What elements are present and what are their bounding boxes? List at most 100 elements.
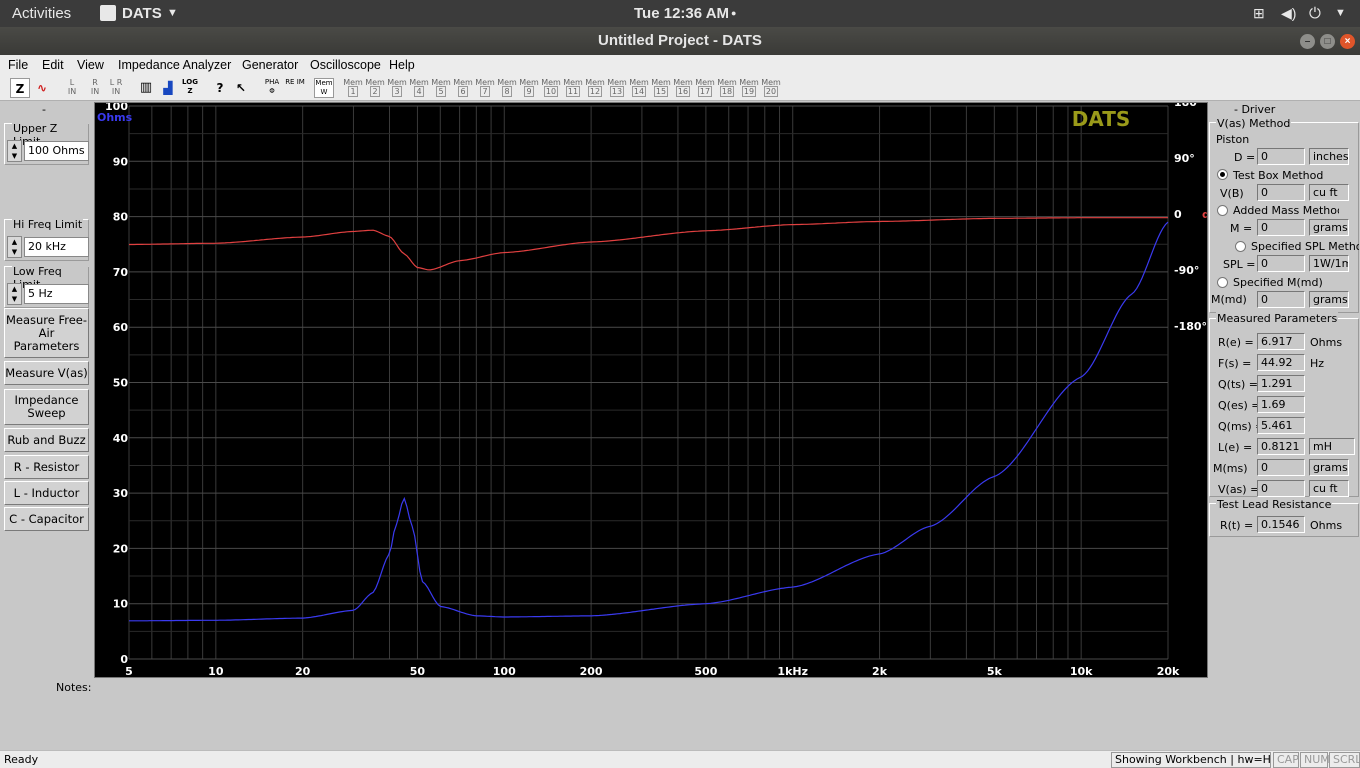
menu-view[interactable]: View xyxy=(77,58,104,72)
re-im-button[interactable]: RE IM xyxy=(285,78,305,98)
impedance-mode-button[interactable]: Z xyxy=(10,78,30,98)
maximize-icon[interactable]: □ xyxy=(1320,34,1335,49)
memory-slot-button[interactable]: Mem 8 xyxy=(497,78,517,98)
phase-button[interactable]: PHA Φ xyxy=(262,78,282,98)
piano-keys-icon[interactable]: ▥ xyxy=(136,78,156,98)
c-capacitor-button[interactable]: C - Capacitor xyxy=(4,507,89,531)
menu-edit[interactable]: Edit xyxy=(42,58,64,72)
menu-oscilloscope[interactable]: Oscilloscope xyxy=(310,58,381,72)
menu-help[interactable]: Help xyxy=(389,58,415,72)
measure-vas-button[interactable]: Measure V(as) xyxy=(4,361,89,385)
impedance-plot[interactable]: 5 10 20 50 100 200 500 1kHz 2k 5k 10k 20k 0 10 20 30 40 5… xyxy=(94,96,1225,678)
memory-slot-button[interactable]: Mem 18 xyxy=(717,78,737,98)
memory-slot-button[interactable]: Mem 17 xyxy=(695,78,715,98)
memory-slot-button[interactable]: Mem 14 xyxy=(629,78,649,98)
y-left-axis-label: Ohms xyxy=(97,111,133,124)
vb-input[interactable]: 0 xyxy=(1257,184,1305,201)
y-left-tick-label: 60 xyxy=(113,321,129,334)
d-unit: inches xyxy=(1309,148,1349,165)
menu-file[interactable]: File xyxy=(8,58,28,72)
x-tick-label: 2k xyxy=(872,665,888,677)
memory-slot-button[interactable]: Mem 19 xyxy=(739,78,759,98)
spl-label: SPL = xyxy=(1223,258,1256,271)
x-tick-label: 100 xyxy=(493,665,516,677)
left-control-panel: - Upper Z Limit ▲▼ 100 Ohms Hi Freq Limi… xyxy=(0,101,94,661)
lr-in-button[interactable]: L R IN xyxy=(107,78,125,98)
help-icon[interactable]: ? xyxy=(210,78,230,98)
context-help-icon[interactable]: ↖ xyxy=(231,78,251,98)
param-label: R(e) = xyxy=(1218,336,1254,349)
memory-slot-button[interactable]: Mem 7 xyxy=(475,78,495,98)
param-label: L(e) = xyxy=(1218,441,1253,454)
generator-wave-icon[interactable]: ∿ xyxy=(32,78,52,98)
y-left-tick-label: 50 xyxy=(113,377,129,390)
specified-spl-radio[interactable] xyxy=(1235,241,1246,252)
log-button[interactable]: LOG Z xyxy=(180,78,200,98)
dats-app-icon xyxy=(100,5,116,21)
power-icon[interactable]: ⏻ xyxy=(1309,5,1321,22)
x-tick-label: 5k xyxy=(987,665,1003,677)
clock[interactable]: Tue 12:36 AM xyxy=(634,5,729,22)
x-tick-label: 1kHz xyxy=(777,665,808,677)
rt-unit: Ohms xyxy=(1310,519,1343,532)
impedance-chart: 5 10 20 50 100 200 500 1kHz 2k 5k 10k 20k0102030405… xyxy=(97,96,1225,678)
activities-button[interactable]: Activities xyxy=(12,5,71,22)
low-freq-spinner[interactable]: ▲ ▼ xyxy=(7,283,22,305)
measure-free-air-button[interactable]: Measure Free-Air Parameters xyxy=(4,308,89,358)
memory-slot-button[interactable]: Mem 4 xyxy=(409,78,429,98)
test-box-radio[interactable] xyxy=(1217,169,1228,180)
memory-slot-button[interactable]: Mem 3 xyxy=(387,78,407,98)
close-icon[interactable]: × xyxy=(1340,34,1355,49)
memory-slot-button[interactable]: Mem 9 xyxy=(519,78,539,98)
memory-slot-button[interactable]: Mem 10 xyxy=(541,78,561,98)
hi-freq-spinner[interactable]: ▲ ▼ xyxy=(7,236,22,258)
memory-slot-button[interactable]: Mem 6 xyxy=(453,78,473,98)
menu-impedance-analyzer[interactable]: Impedance Analyzer xyxy=(118,58,231,72)
r-resistor-button[interactable]: R - Resistor xyxy=(4,455,89,479)
vas-method-label: V(as) Method xyxy=(1216,117,1292,130)
minimize-icon[interactable]: – xyxy=(1300,34,1315,49)
mmd-input[interactable]: 0 xyxy=(1257,291,1305,308)
menu-generator[interactable]: Generator xyxy=(242,58,298,72)
volume-icon[interactable]: ◀) xyxy=(1281,5,1296,22)
spectrum-bars-icon[interactable]: ▟ xyxy=(158,78,178,98)
memory-slot-button[interactable]: Mem 11 xyxy=(563,78,583,98)
system-menu-chevron-icon[interactable]: ▼ xyxy=(1335,7,1346,19)
network-icon[interactable]: ⊞ xyxy=(1253,5,1265,22)
right-in-button[interactable]: R IN xyxy=(87,78,103,98)
y-left-tick-label: 80 xyxy=(113,211,129,224)
memory-slot-button[interactable]: Mem 16 xyxy=(673,78,693,98)
notification-dot-icon: ● xyxy=(731,8,737,18)
memory-slot-button[interactable]: Mem 20 xyxy=(761,78,781,98)
added-mass-radio[interactable] xyxy=(1217,205,1228,216)
memory-slot-button[interactable]: Mem 1 xyxy=(343,78,363,98)
memory-slot-number: 10 xyxy=(543,86,559,97)
left-in-button[interactable]: L IN xyxy=(64,78,80,98)
low-freq-limit-input[interactable]: 5 Hz xyxy=(24,284,89,304)
memory-write-button[interactable]: Mem W xyxy=(314,78,334,98)
system-top-bar: Activities DATS ▼ Tue 12:36 AM ● ⊞ ◀) ⏻ … xyxy=(0,0,1360,27)
memory-slot-button[interactable]: Mem 2 xyxy=(365,78,385,98)
memory-slot-number: 18 xyxy=(719,86,735,97)
memory-slot-button[interactable]: Mem 15 xyxy=(651,78,671,98)
l-inductor-button[interactable]: L - Inductor xyxy=(4,481,89,505)
param-unit: Ohms xyxy=(1310,336,1343,349)
app-menu-button[interactable]: DATS xyxy=(122,5,162,22)
upper-z-spinner[interactable]: ▲ ▼ xyxy=(7,140,22,162)
specified-mmd-radio[interactable] xyxy=(1217,277,1228,288)
rub-and-buzz-button[interactable]: Rub and Buzz xyxy=(4,428,89,452)
impedance-sweep-button[interactable]: Impedance Sweep xyxy=(4,389,89,425)
spl-input[interactable]: 0 xyxy=(1257,255,1305,272)
hi-freq-limit-group: Hi Freq Limit ▲ ▼ 20 kHz xyxy=(4,218,89,261)
d-input[interactable]: 0 xyxy=(1257,148,1305,165)
memory-slot-button[interactable]: Mem 5 xyxy=(431,78,451,98)
memory-slot-button[interactable]: Mem 12 xyxy=(585,78,605,98)
memory-slot-number: 11 xyxy=(565,86,581,97)
status-num: NUM xyxy=(1300,752,1330,768)
hi-freq-limit-input[interactable]: 20 kHz xyxy=(24,237,89,257)
upper-z-limit-input[interactable]: 100 Ohms xyxy=(24,141,89,161)
chevron-down-icon[interactable]: ▼ xyxy=(167,7,178,19)
x-tick-label: 10k xyxy=(1070,665,1093,677)
memory-slot-button[interactable]: Mem 13 xyxy=(607,78,627,98)
m-input[interactable]: 0 xyxy=(1257,219,1305,236)
